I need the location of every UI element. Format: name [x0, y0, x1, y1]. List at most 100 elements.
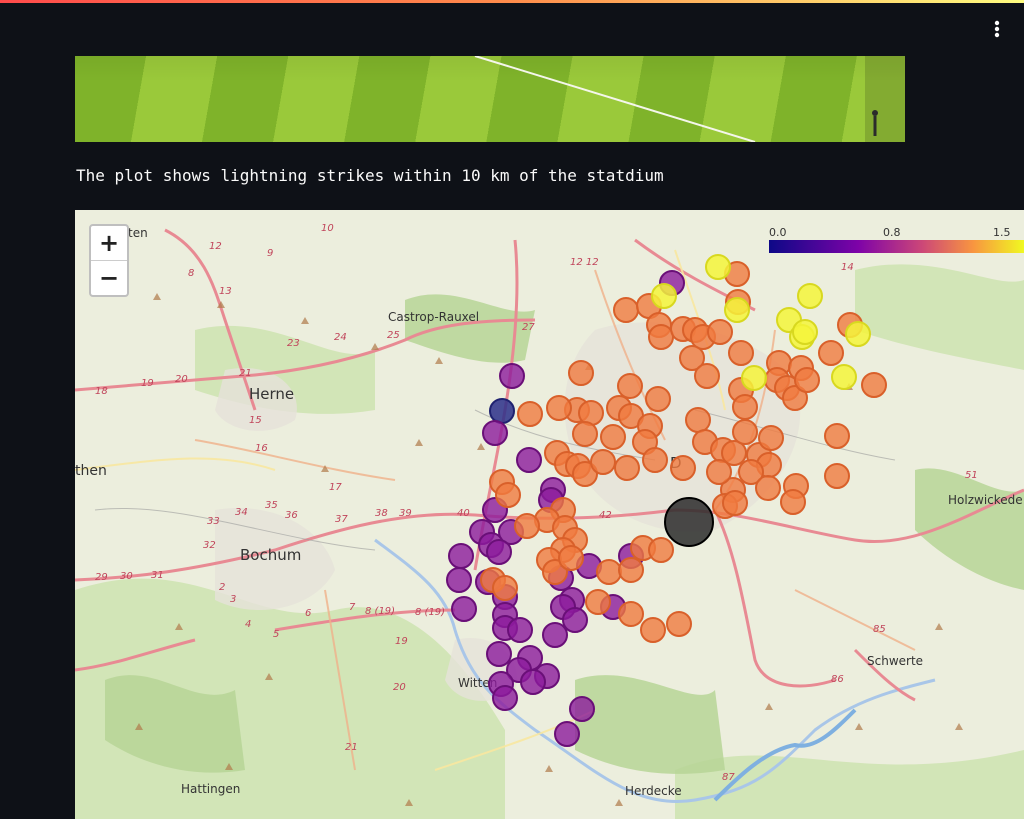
strike-marker[interactable]: [492, 685, 518, 711]
colorbar-tick: 1.5: [993, 226, 1011, 239]
road-label: 27: [522, 322, 535, 333]
strike-marker[interactable]: [486, 641, 512, 667]
road-label: 85: [873, 624, 886, 635]
strike-marker[interactable]: [558, 545, 584, 571]
strike-marker[interactable]: [824, 423, 850, 449]
place-label-bochum: Bochum: [240, 546, 301, 564]
colorbar-tick: 0.8: [883, 226, 901, 239]
strike-marker[interactable]: [507, 617, 533, 643]
strike-marker[interactable]: [514, 513, 540, 539]
strike-marker[interactable]: [546, 395, 572, 421]
road-label: 20: [175, 374, 188, 385]
road-label: 17: [329, 482, 342, 493]
strike-marker[interactable]: [861, 372, 887, 398]
colorbar: 0.0 0.8 1.5: [769, 224, 1024, 264]
main-menu-button[interactable]: [982, 14, 1012, 44]
road-label: 12: [209, 241, 222, 252]
strike-marker[interactable]: [732, 394, 758, 420]
strike-marker[interactable]: [585, 589, 611, 615]
road-label: 30: [120, 571, 133, 582]
strike-marker[interactable]: [706, 459, 732, 485]
road-label: 51: [965, 470, 978, 481]
zoom-control: + −: [89, 224, 129, 297]
strike-marker[interactable]: [797, 283, 823, 309]
road-label: 19: [141, 378, 154, 389]
road-label: 19: [395, 636, 408, 647]
strike-marker[interactable]: [613, 297, 639, 323]
strike-marker[interactable]: [618, 557, 644, 583]
strike-marker[interactable]: [732, 419, 758, 445]
strike-marker[interactable]: [495, 482, 521, 508]
strike-marker[interactable]: [758, 425, 784, 451]
strike-marker[interactable]: [648, 537, 674, 563]
strike-marker[interactable]: [600, 424, 626, 450]
strike-marker[interactable]: [666, 611, 692, 637]
strike-marker[interactable]: [705, 254, 731, 280]
strike-marker[interactable]: [755, 475, 781, 501]
road-label: 25: [387, 330, 400, 341]
place-label-herdecke: Herdecke: [625, 784, 682, 798]
strike-marker[interactable]: [617, 373, 643, 399]
strike-marker[interactable]: [562, 607, 588, 633]
strike-marker[interactable]: [489, 398, 515, 424]
strike-marker[interactable]: [648, 324, 674, 350]
strike-marker[interactable]: [492, 575, 518, 601]
strike-marker[interactable]: [728, 340, 754, 366]
strike-marker[interactable]: [780, 489, 806, 515]
strike-marker[interactable]: [614, 455, 640, 481]
lightning-map[interactable]: Castrop-Rauxel Herne Bochum Witten Hatti…: [75, 210, 1024, 819]
strike-marker[interactable]: [482, 420, 508, 446]
zoom-in-button[interactable]: +: [91, 226, 127, 260]
road-label: 32: [203, 540, 216, 551]
strike-marker[interactable]: [520, 669, 546, 695]
place-label-schwerte: Schwerte: [867, 654, 923, 668]
place-label-herne: Herne: [249, 385, 294, 403]
strike-marker[interactable]: [792, 319, 818, 345]
road-label: 20: [393, 682, 406, 693]
strike-marker[interactable]: [640, 617, 666, 643]
zoom-out-button[interactable]: −: [91, 260, 127, 295]
strike-marker[interactable]: [818, 340, 844, 366]
strike-marker[interactable]: [568, 360, 594, 386]
road-label: 5: [273, 629, 279, 640]
strike-marker[interactable]: [685, 407, 711, 433]
strike-marker[interactable]: [670, 455, 696, 481]
strike-marker[interactable]: [824, 463, 850, 489]
road-label: 21: [239, 368, 252, 379]
strike-marker[interactable]: [618, 601, 644, 627]
strike-marker[interactable]: [542, 622, 568, 648]
strike-marker[interactable]: [451, 596, 477, 622]
strike-marker[interactable]: [448, 543, 474, 569]
strike-marker[interactable]: [651, 283, 677, 309]
strike-marker[interactable]: [722, 490, 748, 516]
strike-marker[interactable]: [590, 449, 616, 475]
road-label: 18: [95, 386, 108, 397]
road-label: 13: [219, 286, 232, 297]
strike-marker[interactable]: [517, 401, 543, 427]
strike-marker[interactable]: [446, 567, 472, 593]
strike-marker[interactable]: [794, 367, 820, 393]
strike-marker[interactable]: [596, 559, 622, 585]
road-label: 10: [321, 223, 334, 234]
strike-marker[interactable]: [569, 696, 595, 722]
strike-marker[interactable]: [516, 447, 542, 473]
strike-marker[interactable]: [645, 386, 671, 412]
strike-marker[interactable]: [486, 539, 512, 565]
place-label-top-left: ten: [128, 226, 148, 240]
strike-marker[interactable]: [831, 364, 857, 390]
stadium-pitch-image: [75, 56, 905, 142]
road-label: 39: [399, 508, 412, 519]
strike-marker[interactable]: [707, 319, 733, 345]
strike-marker[interactable]: [572, 421, 598, 447]
strike-marker[interactable]: [642, 447, 668, 473]
road-label: 8 (19): [415, 607, 445, 618]
place-label-holzwickede: Holzwickede: [948, 493, 1023, 507]
strike-marker[interactable]: [724, 297, 750, 323]
strike-marker[interactable]: [499, 363, 525, 389]
stadium-marker[interactable]: [664, 497, 714, 547]
strike-marker[interactable]: [845, 321, 871, 347]
strike-marker[interactable]: [554, 721, 580, 747]
strike-marker[interactable]: [741, 365, 767, 391]
road-label: 7: [349, 602, 356, 613]
strike-marker[interactable]: [694, 363, 720, 389]
